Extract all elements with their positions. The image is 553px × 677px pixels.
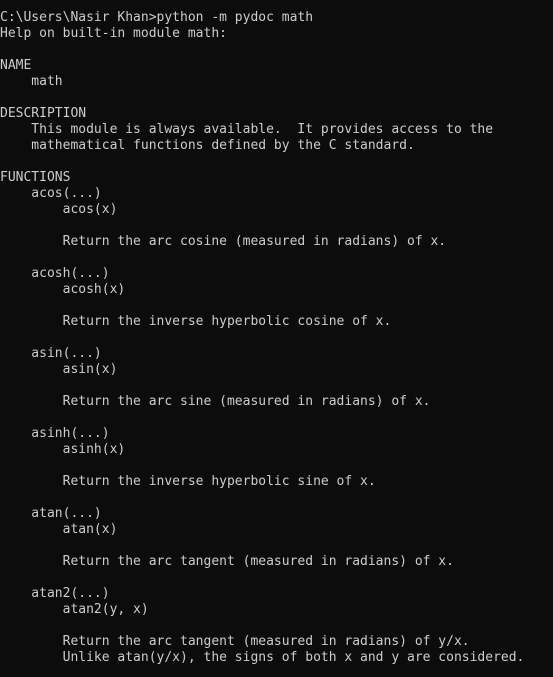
module-name-line: math (0, 74, 63, 89)
function-signature-line: asinh(x) (0, 442, 126, 457)
function-doc-line: Return the arc sine (measured in radians… (0, 394, 431, 409)
function-signature-line: atan2(y, x) (0, 602, 149, 617)
function-signature-line: atan(x) (0, 522, 118, 537)
function-name-line: atan(...) (0, 506, 102, 521)
function-signature-line: asin(x) (0, 362, 118, 377)
section-description-heading: DESCRIPTION (0, 106, 87, 121)
terminal-output[interactable]: C:\Users\Nasir Khan>python -m pydoc math… (0, 0, 553, 677)
section-name-heading: NAME (0, 58, 32, 73)
function-signature-line: acosh(x) (0, 282, 126, 297)
command-prompt-line: C:\Users\Nasir Khan>python -m pydoc math (0, 10, 314, 25)
function-doc-line: Return the arc tangent (measured in radi… (0, 634, 470, 649)
function-name-line: acos(...) (0, 186, 102, 201)
description-line: This module is always available. It prov… (0, 122, 494, 137)
function-name-line: atan2(...) (0, 586, 110, 601)
function-doc-line: Return the inverse hyperbolic sine of x. (0, 474, 376, 489)
function-doc-line: Return the inverse hyperbolic cosine of … (0, 314, 392, 329)
function-name-line: asin(...) (0, 346, 102, 361)
help-header-line: Help on built-in module math: (0, 26, 227, 41)
function-name-line: asinh(...) (0, 426, 110, 441)
function-doc-line: Unlike atan(y/x), the signs of both x an… (0, 650, 525, 665)
function-name-line: acosh(...) (0, 266, 110, 281)
function-doc-line: Return the arc tangent (measured in radi… (0, 554, 454, 569)
function-doc-line: Return the arc cosine (measured in radia… (0, 234, 447, 249)
function-signature-line: acos(x) (0, 202, 118, 217)
section-functions-heading: FUNCTIONS (0, 170, 71, 185)
description-line: mathematical functions defined by the C … (0, 138, 415, 153)
